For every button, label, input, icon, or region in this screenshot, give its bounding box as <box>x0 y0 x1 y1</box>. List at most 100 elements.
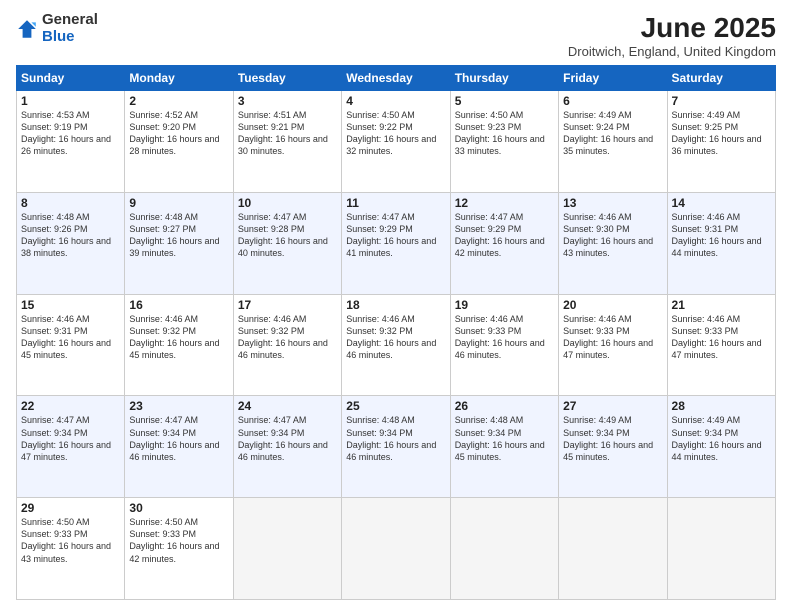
day-info: Sunrise: 4:47 AMSunset: 9:34 PMDaylight:… <box>238 414 337 463</box>
table-row: 17 Sunrise: 4:46 AMSunset: 9:32 PMDaylig… <box>233 294 341 396</box>
day-info: Sunrise: 4:46 AMSunset: 9:33 PMDaylight:… <box>455 313 554 362</box>
month-title: June 2025 <box>568 12 776 44</box>
table-row: 13 Sunrise: 4:46 AMSunset: 9:30 PMDaylig… <box>559 192 667 294</box>
table-row: 5 Sunrise: 4:50 AMSunset: 9:23 PMDayligh… <box>450 91 558 193</box>
day-info: Sunrise: 4:50 AMSunset: 9:33 PMDaylight:… <box>129 516 228 565</box>
day-info: Sunrise: 4:47 AMSunset: 9:34 PMDaylight:… <box>21 414 120 463</box>
day-number: 16 <box>129 298 228 312</box>
table-row: 19 Sunrise: 4:46 AMSunset: 9:33 PMDaylig… <box>450 294 558 396</box>
day-number: 7 <box>672 94 771 108</box>
table-row: 12 Sunrise: 4:47 AMSunset: 9:29 PMDaylig… <box>450 192 558 294</box>
day-info: Sunrise: 4:48 AMSunset: 9:26 PMDaylight:… <box>21 211 120 260</box>
table-row: 8 Sunrise: 4:48 AMSunset: 9:26 PMDayligh… <box>17 192 125 294</box>
day-number: 19 <box>455 298 554 312</box>
table-row: 30 Sunrise: 4:50 AMSunset: 9:33 PMDaylig… <box>125 498 233 600</box>
day-number: 17 <box>238 298 337 312</box>
calendar-week-row: 15 Sunrise: 4:46 AMSunset: 9:31 PMDaylig… <box>17 294 776 396</box>
day-number: 30 <box>129 501 228 515</box>
day-info: Sunrise: 4:46 AMSunset: 9:33 PMDaylight:… <box>672 313 771 362</box>
calendar-week-row: 29 Sunrise: 4:50 AMSunset: 9:33 PMDaylig… <box>17 498 776 600</box>
day-info: Sunrise: 4:50 AMSunset: 9:33 PMDaylight:… <box>21 516 120 565</box>
day-info: Sunrise: 4:46 AMSunset: 9:33 PMDaylight:… <box>563 313 662 362</box>
day-number: 29 <box>21 501 120 515</box>
table-row: 26 Sunrise: 4:48 AMSunset: 9:34 PMDaylig… <box>450 396 558 498</box>
table-row: 29 Sunrise: 4:50 AMSunset: 9:33 PMDaylig… <box>17 498 125 600</box>
day-info: Sunrise: 4:46 AMSunset: 9:31 PMDaylight:… <box>672 211 771 260</box>
location: Droitwich, England, United Kingdom <box>568 44 776 59</box>
day-info: Sunrise: 4:49 AMSunset: 9:34 PMDaylight:… <box>563 414 662 463</box>
col-thursday: Thursday <box>450 66 558 91</box>
table-row: 1 Sunrise: 4:53 AMSunset: 9:19 PMDayligh… <box>17 91 125 193</box>
day-info: Sunrise: 4:46 AMSunset: 9:32 PMDaylight:… <box>238 313 337 362</box>
table-row <box>342 498 450 600</box>
table-row: 21 Sunrise: 4:46 AMSunset: 9:33 PMDaylig… <box>667 294 775 396</box>
table-row: 25 Sunrise: 4:48 AMSunset: 9:34 PMDaylig… <box>342 396 450 498</box>
table-row: 24 Sunrise: 4:47 AMSunset: 9:34 PMDaylig… <box>233 396 341 498</box>
logo-icon <box>16 18 38 40</box>
table-row: 3 Sunrise: 4:51 AMSunset: 9:21 PMDayligh… <box>233 91 341 193</box>
day-number: 23 <box>129 399 228 413</box>
day-number: 2 <box>129 94 228 108</box>
day-number: 22 <box>21 399 120 413</box>
day-number: 25 <box>346 399 445 413</box>
day-info: Sunrise: 4:53 AMSunset: 9:19 PMDaylight:… <box>21 109 120 158</box>
day-info: Sunrise: 4:48 AMSunset: 9:27 PMDaylight:… <box>129 211 228 260</box>
table-row: 23 Sunrise: 4:47 AMSunset: 9:34 PMDaylig… <box>125 396 233 498</box>
day-info: Sunrise: 4:46 AMSunset: 9:32 PMDaylight:… <box>346 313 445 362</box>
table-row: 27 Sunrise: 4:49 AMSunset: 9:34 PMDaylig… <box>559 396 667 498</box>
day-number: 24 <box>238 399 337 413</box>
day-info: Sunrise: 4:50 AMSunset: 9:23 PMDaylight:… <box>455 109 554 158</box>
day-number: 28 <box>672 399 771 413</box>
col-tuesday: Tuesday <box>233 66 341 91</box>
col-saturday: Saturday <box>667 66 775 91</box>
table-row: 10 Sunrise: 4:47 AMSunset: 9:28 PMDaylig… <box>233 192 341 294</box>
table-row: 4 Sunrise: 4:50 AMSunset: 9:22 PMDayligh… <box>342 91 450 193</box>
col-sunday: Sunday <box>17 66 125 91</box>
table-row: 18 Sunrise: 4:46 AMSunset: 9:32 PMDaylig… <box>342 294 450 396</box>
day-number: 27 <box>563 399 662 413</box>
day-info: Sunrise: 4:46 AMSunset: 9:32 PMDaylight:… <box>129 313 228 362</box>
day-info: Sunrise: 4:47 AMSunset: 9:29 PMDaylight:… <box>455 211 554 260</box>
calendar-week-row: 8 Sunrise: 4:48 AMSunset: 9:26 PMDayligh… <box>17 192 776 294</box>
table-row: 2 Sunrise: 4:52 AMSunset: 9:20 PMDayligh… <box>125 91 233 193</box>
table-row: 20 Sunrise: 4:46 AMSunset: 9:33 PMDaylig… <box>559 294 667 396</box>
day-info: Sunrise: 4:49 AMSunset: 9:34 PMDaylight:… <box>672 414 771 463</box>
table-row: 11 Sunrise: 4:47 AMSunset: 9:29 PMDaylig… <box>342 192 450 294</box>
table-row: 14 Sunrise: 4:46 AMSunset: 9:31 PMDaylig… <box>667 192 775 294</box>
col-wednesday: Wednesday <box>342 66 450 91</box>
day-number: 11 <box>346 196 445 210</box>
day-info: Sunrise: 4:46 AMSunset: 9:30 PMDaylight:… <box>563 211 662 260</box>
day-number: 12 <box>455 196 554 210</box>
calendar-week-row: 22 Sunrise: 4:47 AMSunset: 9:34 PMDaylig… <box>17 396 776 498</box>
table-row: 9 Sunrise: 4:48 AMSunset: 9:27 PMDayligh… <box>125 192 233 294</box>
calendar-table: Sunday Monday Tuesday Wednesday Thursday… <box>16 65 776 600</box>
day-number: 4 <box>346 94 445 108</box>
day-info: Sunrise: 4:48 AMSunset: 9:34 PMDaylight:… <box>346 414 445 463</box>
day-info: Sunrise: 4:49 AMSunset: 9:25 PMDaylight:… <box>672 109 771 158</box>
day-number: 21 <box>672 298 771 312</box>
table-row: 6 Sunrise: 4:49 AMSunset: 9:24 PMDayligh… <box>559 91 667 193</box>
logo-general: General <box>42 12 98 29</box>
day-number: 6 <box>563 94 662 108</box>
header: General Blue June 2025 Droitwich, Englan… <box>16 12 776 59</box>
day-info: Sunrise: 4:48 AMSunset: 9:34 PMDaylight:… <box>455 414 554 463</box>
day-number: 13 <box>563 196 662 210</box>
day-info: Sunrise: 4:50 AMSunset: 9:22 PMDaylight:… <box>346 109 445 158</box>
table-row <box>667 498 775 600</box>
calendar-week-row: 1 Sunrise: 4:53 AMSunset: 9:19 PMDayligh… <box>17 91 776 193</box>
day-number: 10 <box>238 196 337 210</box>
day-number: 18 <box>346 298 445 312</box>
day-info: Sunrise: 4:47 AMSunset: 9:34 PMDaylight:… <box>129 414 228 463</box>
day-number: 20 <box>563 298 662 312</box>
table-row: 15 Sunrise: 4:46 AMSunset: 9:31 PMDaylig… <box>17 294 125 396</box>
day-info: Sunrise: 4:47 AMSunset: 9:29 PMDaylight:… <box>346 211 445 260</box>
title-block: June 2025 Droitwich, England, United Kin… <box>568 12 776 59</box>
day-info: Sunrise: 4:47 AMSunset: 9:28 PMDaylight:… <box>238 211 337 260</box>
day-info: Sunrise: 4:51 AMSunset: 9:21 PMDaylight:… <box>238 109 337 158</box>
logo: General Blue <box>16 12 98 45</box>
col-friday: Friday <box>559 66 667 91</box>
day-number: 5 <box>455 94 554 108</box>
day-info: Sunrise: 4:46 AMSunset: 9:31 PMDaylight:… <box>21 313 120 362</box>
table-row <box>450 498 558 600</box>
day-number: 8 <box>21 196 120 210</box>
